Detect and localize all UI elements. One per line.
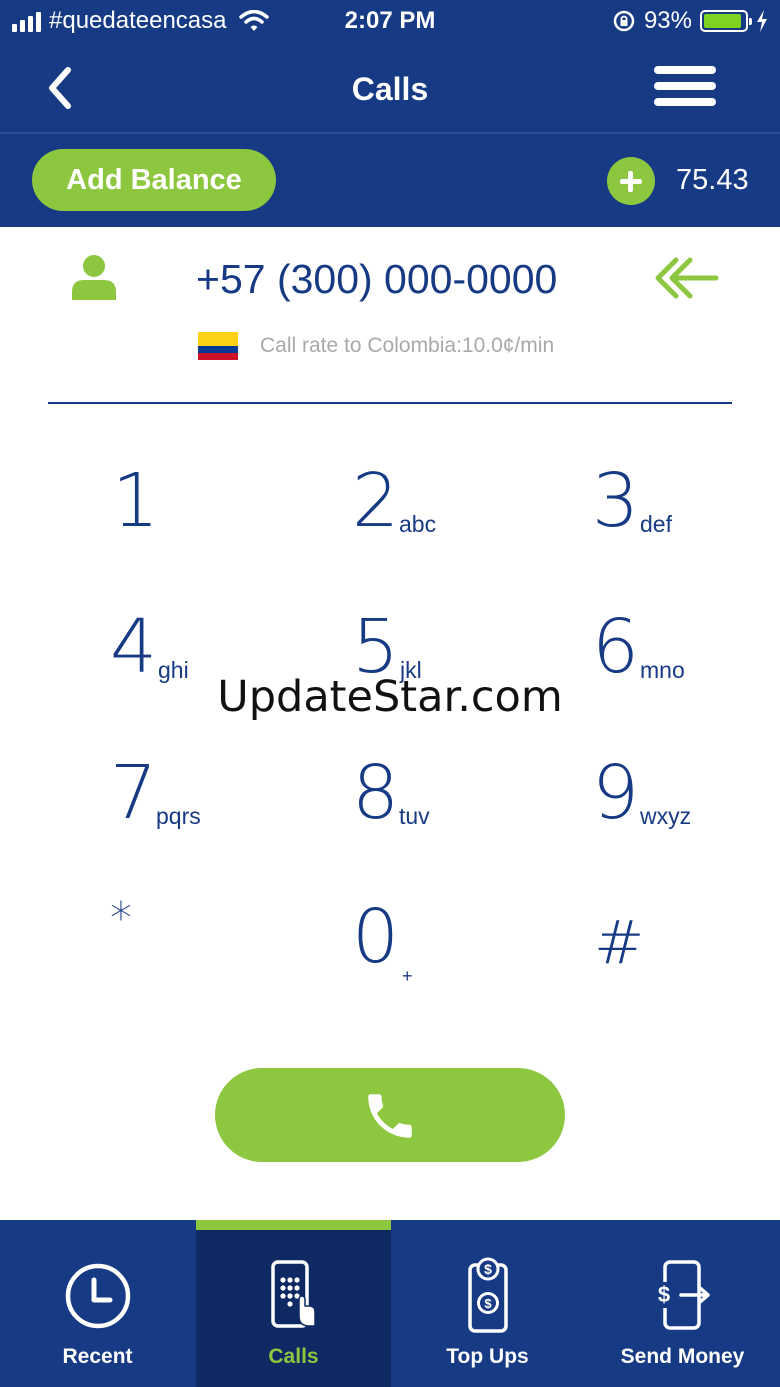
tab-label: Send Money <box>620 1345 745 1368</box>
tab-recent[interactable]: Recent <box>0 1220 195 1387</box>
balance-bar: Add Balance 75.43 <box>0 134 780 227</box>
backspace-button[interactable] <box>652 256 720 300</box>
clock-icon <box>0 1256 195 1336</box>
svg-text:$: $ <box>484 1261 492 1277</box>
battery-percent: 93% <box>643 7 692 34</box>
status-right: 93% <box>612 6 768 36</box>
charging-bolt-icon <box>757 10 767 32</box>
contacts-button[interactable] <box>70 254 118 302</box>
key-letters: + <box>402 966 413 986</box>
svg-text:$: $ <box>484 1296 492 1311</box>
person-icon <box>72 255 116 300</box>
add-balance-button[interactable]: Add Balance <box>32 149 276 211</box>
dialpad-phone-icon <box>196 1256 391 1336</box>
key-digit: 3 <box>592 458 640 544</box>
active-tab-indicator <box>196 1220 391 1230</box>
key-9[interactable]: 9 wxyz <box>592 740 780 850</box>
key-digit: # <box>594 908 645 978</box>
send-money-icon: $ <box>585 1256 780 1336</box>
status-bar: #quedateencasa 2:07 PM 93% <box>0 0 780 44</box>
phone-number-display[interactable]: +57 (300) 000-0000 <box>196 255 596 303</box>
battery-level <box>704 14 742 28</box>
key-letters: wxyz <box>640 803 692 829</box>
menu-button[interactable] <box>654 66 716 110</box>
topup-phone-icon: $ $ <box>390 1256 585 1336</box>
call-rate-row: Call rate to Colombia:10.0¢/min <box>198 332 554 360</box>
key-digit: 8 <box>352 750 400 836</box>
key-digit: 7 <box>110 750 158 836</box>
key-digit: 9 <box>592 750 640 836</box>
key-7[interactable]: 7 pqrs <box>110 740 310 850</box>
tab-label: Top Ups <box>446 1345 529 1368</box>
balance-amount: 75.43 <box>676 164 749 196</box>
key-letters: abc <box>399 511 437 537</box>
double-arrow-left-icon <box>655 257 719 299</box>
key-letters: pqrs <box>156 803 201 829</box>
key-digit: * <box>110 893 132 944</box>
svg-text:$: $ <box>657 1282 669 1307</box>
colombia-flag-icon <box>198 332 238 360</box>
key-star[interactable]: * <box>110 884 310 994</box>
bottom-tab-bar: Recent Calls $ $ Top Ups $ Send Money <box>0 1220 780 1387</box>
key-letters: def <box>640 511 672 537</box>
key-2[interactable]: 2 abc <box>352 448 552 558</box>
key-digit: 2 <box>352 458 400 544</box>
hamburger-menu-icon <box>654 66 716 106</box>
tab-label: Recent <box>62 1345 133 1368</box>
tab-top-ups[interactable]: $ $ Top Ups <box>390 1220 585 1387</box>
orientation-lock-icon <box>613 10 635 32</box>
key-digit: 1 <box>112 458 160 544</box>
key-3[interactable]: 3 def <box>592 448 780 558</box>
number-underline <box>48 402 732 404</box>
tab-calls[interactable]: Calls <box>196 1220 391 1387</box>
tab-send-money[interactable]: $ Send Money <box>585 1220 780 1387</box>
key-0[interactable]: 0 + <box>352 884 552 994</box>
tab-label: Calls <box>268 1345 319 1368</box>
key-8[interactable]: 8 tuv <box>352 740 552 850</box>
call-button[interactable] <box>215 1068 565 1162</box>
phone-handset-icon <box>368 1094 412 1138</box>
key-digit: 0 <box>352 894 400 980</box>
call-rate-text: Call rate to Colombia:10.0¢/min <box>260 334 555 357</box>
watermark-text: UpdateStar.com <box>217 672 563 722</box>
key-letters: tuv <box>399 803 430 829</box>
add-credit-plus-icon[interactable] <box>607 157 655 205</box>
key-hash[interactable]: # <box>594 884 780 994</box>
key-1[interactable]: 1 <box>112 448 312 558</box>
nav-bar: Calls <box>0 44 780 134</box>
battery-icon <box>700 10 752 32</box>
